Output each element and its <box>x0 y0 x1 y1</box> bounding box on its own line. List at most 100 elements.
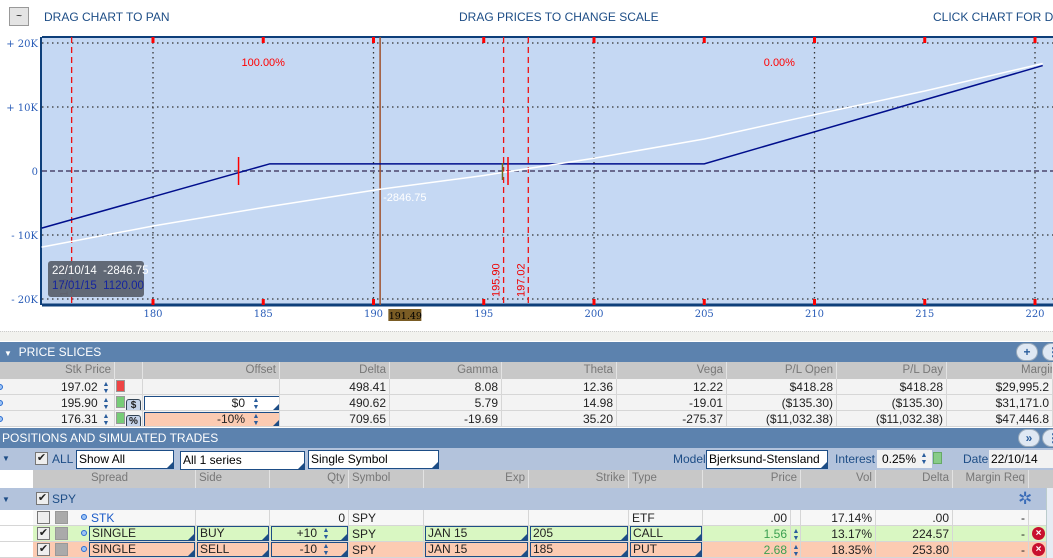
col-spread[interactable]: Spread <box>88 470 196 488</box>
side-select[interactable]: SELL <box>197 542 269 557</box>
price-slice-row[interactable]: 176.31 ▲ ▼ % -10% ▲ ▼ 709.65 -19.69 35.20 -275.3… <box>0 411 1053 427</box>
lock-icon[interactable] <box>116 396 125 408</box>
col-offset[interactable]: Offset <box>143 362 280 379</box>
price-slice-row[interactable]: 197.02 ▲ ▼ 498.41 8.08 12.36 12.22 $418.28 $41… <box>0 379 1053 395</box>
position-exp <box>424 510 529 525</box>
collapse-all-button[interactable]: » <box>1018 429 1040 447</box>
chart-toggle-icon[interactable] <box>55 511 68 524</box>
y-tick-label: 0 <box>32 167 38 178</box>
col-strike[interactable]: Strike <box>529 470 629 488</box>
slice-pl-open: ($11,032.38) <box>727 411 837 426</box>
slice-price[interactable]: 176.31 <box>61 412 98 426</box>
add-slice-button[interactable]: + <box>1016 343 1038 361</box>
offset-mode-button[interactable]: % <box>126 415 141 426</box>
col-theta[interactable]: Theta <box>502 362 617 379</box>
expand-icon[interactable]: ▼ <box>2 454 10 463</box>
price-spinner[interactable]: ▲ ▼ <box>101 397 111 410</box>
all-checkbox[interactable]: ✔ <box>35 452 48 465</box>
symbol-filter-select[interactable]: Single Symbol <box>308 450 439 469</box>
position-price[interactable]: 2.68 <box>703 542 791 557</box>
slice-layout-button[interactable]: ⋮ <box>1042 343 1053 361</box>
col-pl-open[interactable]: P/L Open <box>727 362 837 379</box>
slice-price[interactable]: 197.02 <box>61 380 98 394</box>
lock-icon[interactable] <box>933 452 942 464</box>
col-qty[interactable]: Qty <box>270 470 349 488</box>
risk-profile-chart[interactable]: + 20K + 10K 0 - 10K - 20K 180 185 190 195 200 205 2… <box>0 0 1053 330</box>
position-checkbox[interactable]: ✔ <box>37 527 50 540</box>
group-checkbox[interactable]: ✔ <box>36 492 49 505</box>
position-row[interactable]: STK 0 SPY ETF .00 17.14% .00- <box>0 510 1046 526</box>
date-label: Date <box>963 452 989 466</box>
positions-header[interactable]: POSITIONS AND SIMULATED TRADES » ⋮ <box>0 428 1053 448</box>
position-checkbox[interactable]: ✔ <box>37 543 50 556</box>
position-symbol: SPY <box>349 510 424 525</box>
offset-mode-button[interactable]: $ <box>126 399 141 410</box>
col-side[interactable]: Side <box>196 470 270 488</box>
x-tick-bottom <box>372 299 375 305</box>
position-price[interactable]: 1.56 <box>703 526 791 541</box>
position-dot-icon[interactable] <box>81 530 87 536</box>
price-slice-label: 197.02 <box>515 263 527 297</box>
position-dot-icon[interactable] <box>81 514 87 520</box>
x-tick-bottom <box>151 299 155 305</box>
position-dot-icon[interactable] <box>81 546 87 552</box>
exp-select[interactable]: JAN 15 <box>425 526 528 541</box>
col-symbol[interactable]: Symbol <box>349 470 424 488</box>
spread-select[interactable]: SINGLE <box>89 542 195 557</box>
col-vega[interactable]: Vega <box>617 362 727 379</box>
col-margin-req[interactable]: Margin Req <box>953 470 1029 488</box>
interest-input[interactable]: 0.25% ▲ ▼ <box>877 450 932 468</box>
col-margin[interactable]: Margin Req <box>947 362 1053 379</box>
series-filter-select[interactable]: All 1 series <box>180 451 305 470</box>
qty-select[interactable]: -10 ▲ ▼ <box>271 542 348 557</box>
col-exp[interactable]: Exp <box>424 470 529 488</box>
exp-select[interactable]: JAN 15 <box>425 542 528 557</box>
col-price[interactable]: Price <box>703 470 801 488</box>
col-vol[interactable]: Vol <box>801 470 876 488</box>
offset-input[interactable]: -10% ▲ ▼ <box>144 412 279 426</box>
type-select[interactable]: CALL <box>630 526 702 541</box>
current-price-badge-label: 191.49 <box>389 311 422 322</box>
price-spinner[interactable]: ▲ ▼ <box>101 413 111 426</box>
position-spread[interactable]: STK <box>88 510 196 525</box>
date-input[interactable]: 22/10/14 <box>989 450 1053 468</box>
lock-icon[interactable] <box>116 412 125 424</box>
interest-spinner[interactable]: ▲ ▼ <box>919 452 929 466</box>
remove-position-icon[interactable]: × <box>1032 543 1045 556</box>
show-filter-select[interactable]: Show All <box>76 450 174 469</box>
splitter[interactable] <box>0 331 1053 341</box>
price-spinner[interactable]: ▲ ▼ <box>101 381 111 394</box>
col-gamma[interactable]: Gamma <box>390 362 502 379</box>
chart-toggle-icon[interactable] <box>55 527 68 540</box>
col-type[interactable]: Type <box>629 470 703 488</box>
gear-icon[interactable]: ✲ <box>1018 489 1032 509</box>
scrollbar[interactable] <box>1046 488 1053 558</box>
position-checkbox[interactable] <box>37 511 50 524</box>
slice-price[interactable]: 195.90 <box>61 396 98 410</box>
price-slice-row[interactable]: 195.90 ▲ ▼ $ $0 ▲ ▼ 490.62 5.79 14.98 -19.01 ($13… <box>0 395 1053 411</box>
position-row[interactable]: ✔ SINGLE SELL -10 ▲ ▼ SPY JAN 15 185 PUT 2.68 ▲ ▼ 1… <box>0 542 1046 558</box>
offset-input[interactable]: $0 ▲ ▼ <box>144 396 279 410</box>
group-row-spy[interactable]: ▼ ✔ SPY ✲ <box>0 488 1046 510</box>
price-slices-header[interactable]: ▼ PRICE SLICES + ⋮ <box>0 342 1053 362</box>
position-row[interactable]: ✔ SINGLE BUY +10 ▲ ▼ SPY JAN 15 205 CALL 1.56 ▲ ▼ 1… <box>0 526 1046 542</box>
strike-select[interactable]: 185 <box>530 542 628 557</box>
price-spinner[interactable]: ▲ ▼ <box>791 544 800 557</box>
side-select[interactable]: BUY <box>197 526 269 541</box>
group-expand-icon[interactable]: ▼ <box>2 495 10 504</box>
remove-position-icon[interactable]: × <box>1032 527 1045 540</box>
col-delta[interactable]: Delta <box>280 362 390 379</box>
price-spinner[interactable]: ▲ ▼ <box>791 528 800 541</box>
lock-icon[interactable] <box>116 380 125 392</box>
spread-select[interactable]: SINGLE <box>89 526 195 541</box>
col-delta[interactable]: Delta <box>876 470 953 488</box>
x-tick-bottom <box>592 299 596 305</box>
qty-select[interactable]: +10 ▲ ▼ <box>271 526 348 541</box>
col-stk-price[interactable]: Stk Price <box>0 362 115 379</box>
col-pl-day[interactable]: P/L Day <box>837 362 947 379</box>
type-select[interactable]: PUT <box>630 542 702 557</box>
positions-layout-button[interactable]: ⋮ <box>1042 429 1053 447</box>
strike-select[interactable]: 205 <box>530 526 628 541</box>
model-select[interactable]: Bjerksund-Stensland <box>706 450 828 469</box>
chart-toggle-icon[interactable] <box>55 543 68 556</box>
